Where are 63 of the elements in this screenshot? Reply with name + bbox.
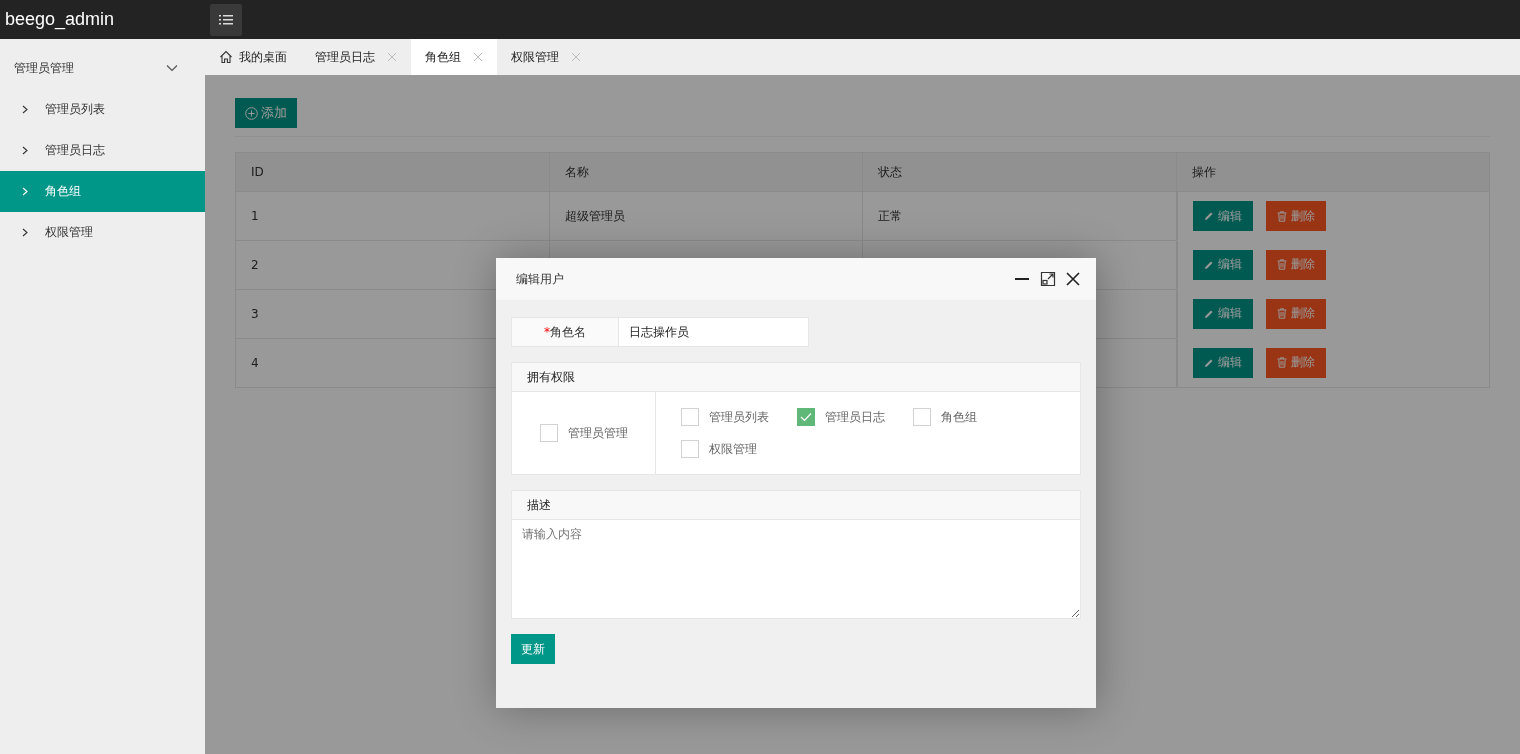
edit-button[interactable]: 编辑 — [1192, 249, 1253, 280]
tab[interactable]: 权限管理 — [497, 39, 595, 75]
delete-button[interactable]: 删除 — [1265, 249, 1326, 280]
panel-title: 拥有权限 — [512, 363, 1080, 392]
maximize-icon[interactable] — [1040, 271, 1056, 287]
table-cell: 正常 — [862, 191, 1176, 241]
column-header: ID — [235, 152, 549, 192]
check-icon — [800, 412, 812, 422]
checkbox-label: 管理员日志 — [825, 408, 885, 426]
sidebar-item[interactable]: 权限管理 — [0, 212, 205, 253]
checkbox-label: 管理员列表 — [709, 408, 769, 426]
chevron-icon — [22, 105, 28, 114]
column-header: 名称 — [549, 152, 863, 192]
table-cell: 超级管理员 — [549, 191, 863, 241]
trash-icon — [1276, 308, 1287, 319]
pencil-icon — [1203, 357, 1214, 368]
delete-button[interactable]: 删除 — [1265, 298, 1326, 329]
sidebar-item[interactable]: 管理员列表 — [0, 89, 205, 130]
sidebar-item[interactable]: 角色组 — [0, 171, 205, 212]
role-name-field[interactable]: 日志操作员 — [619, 317, 809, 347]
checkbox[interactable] — [797, 408, 815, 426]
delete-button[interactable]: 删除 — [1265, 201, 1326, 231]
column-header: 操作 — [1176, 152, 1490, 192]
pencil-icon — [1203, 259, 1214, 270]
edit-button[interactable]: 编辑 — [1192, 298, 1253, 329]
column-header: 状态 — [862, 152, 1176, 192]
checkbox[interactable] — [681, 440, 699, 458]
chevron-icon — [22, 228, 28, 237]
checkbox[interactable] — [681, 408, 699, 426]
sidebar-group[interactable]: 管理员管理 — [0, 47, 205, 89]
dialog-title: 编辑用户 — [516, 270, 564, 288]
menu-button[interactable] — [210, 3, 242, 36]
pencil-icon — [1203, 308, 1214, 319]
checkbox-label: 管理员管理 — [567, 424, 628, 442]
delete-button[interactable]: 删除 — [1265, 347, 1326, 378]
sidebar-item[interactable]: 管理员日志 — [0, 130, 205, 171]
chevron-icon — [166, 64, 178, 72]
panel-title: 描述 — [511, 490, 1081, 520]
description-field[interactable]: 请输入内容 — [511, 520, 1081, 619]
close-icon[interactable] — [1066, 272, 1080, 286]
checkbox[interactable] — [539, 424, 558, 442]
checkbox-label: 角色组 — [941, 408, 977, 426]
edit-button[interactable]: 编辑 — [1192, 201, 1253, 231]
home-icon — [219, 50, 233, 64]
checkbox[interactable] — [913, 408, 931, 426]
table-cell: 1 — [235, 191, 549, 241]
app-logo: beego_admin — [4, 9, 116, 30]
menu-icon — [219, 13, 233, 26]
tab[interactable]: 角色组 — [411, 39, 497, 75]
plus-circle-icon — [245, 106, 258, 120]
field-label: *角色名 — [511, 317, 619, 347]
edit-button[interactable]: 编辑 — [1192, 347, 1253, 378]
trash-icon — [1276, 210, 1287, 222]
chevron-icon — [22, 187, 28, 196]
chevron-icon — [22, 146, 28, 155]
add-button[interactable]: 添加 — [235, 98, 297, 128]
pencil-icon — [1203, 211, 1214, 221]
checkbox-label: 权限管理 — [709, 440, 757, 458]
tab[interactable]: 我的桌面 — [205, 39, 301, 75]
trash-icon — [1276, 259, 1287, 270]
tab[interactable]: 管理员日志 — [301, 39, 411, 75]
trash-icon — [1276, 357, 1287, 368]
update-button[interactable]: 更新 — [511, 634, 555, 664]
